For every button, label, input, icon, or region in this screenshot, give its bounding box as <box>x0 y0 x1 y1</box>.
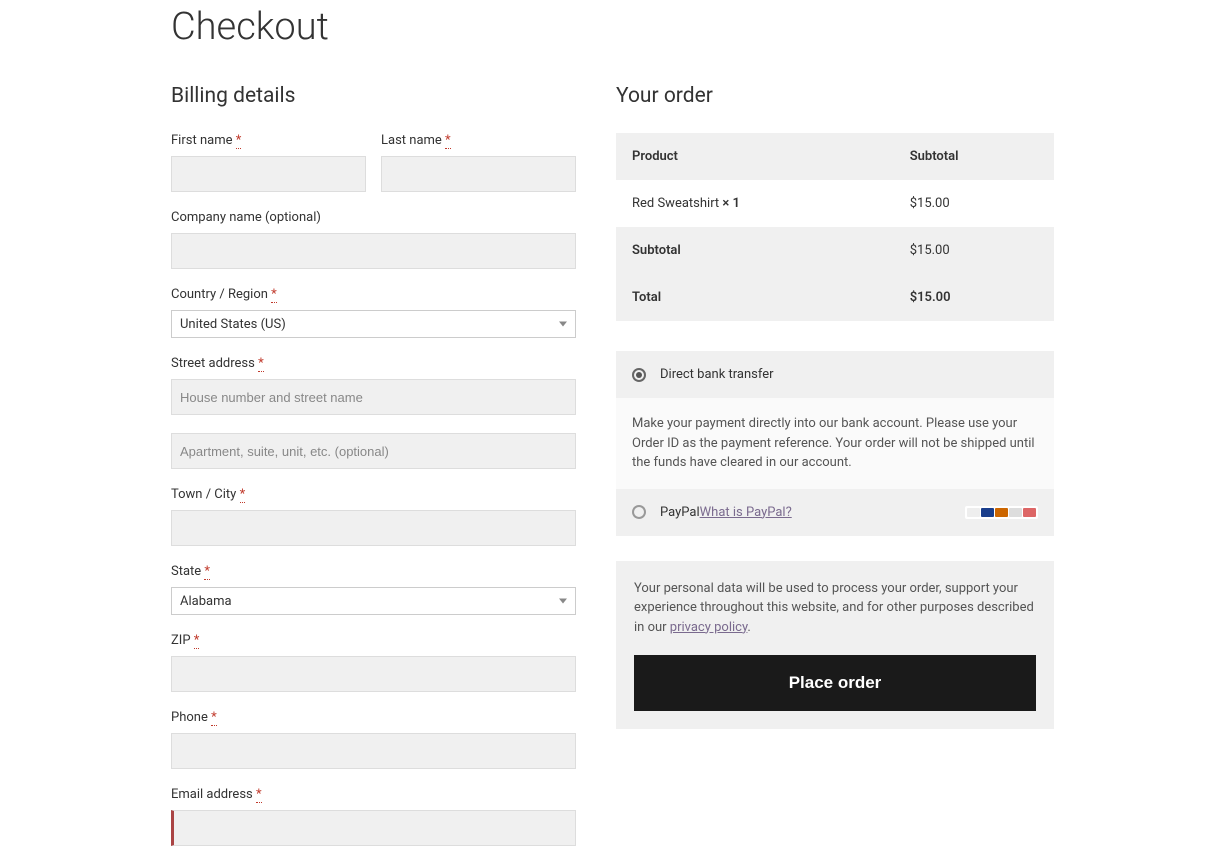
radio-selected-icon <box>632 368 646 382</box>
billing-title: Billing details <box>171 84 576 108</box>
item-name: Red Sweatshirt <box>632 196 722 211</box>
order-item-row: Red Sweatshirt × 1 $15.00 <box>616 180 1054 227</box>
order-table: Product Subtotal Red Sweatshirt × 1 $15.… <box>616 133 1054 321</box>
subtotal-row: Subtotal $15.00 <box>616 227 1054 274</box>
privacy-text-after: . <box>747 620 750 635</box>
required-asterisk: * <box>240 487 246 503</box>
state-select[interactable]: Alabama <box>171 587 576 615</box>
direct-transfer-label: Direct bank transfer <box>660 367 774 382</box>
visa-card-icon <box>981 508 994 517</box>
required-asterisk: * <box>204 564 210 580</box>
required-asterisk: * <box>271 287 277 303</box>
mastercard-card-icon <box>995 508 1008 517</box>
country-select[interactable]: United States (US) <box>171 310 576 338</box>
apartment-input[interactable] <box>171 433 576 469</box>
first-name-input[interactable] <box>171 156 366 192</box>
street-label: Street address * <box>171 356 576 371</box>
street-label-text: Street address <box>171 356 258 371</box>
paypal-card-icon <box>967 508 980 517</box>
place-order-button[interactable]: Place order <box>634 655 1036 711</box>
payment-option-paypal[interactable]: PayPal What is PayPal? <box>616 489 1054 536</box>
subtotal-header: Subtotal <box>894 133 1054 180</box>
state-label-text: State <box>171 564 204 579</box>
country-label-text: Country / Region <box>171 287 271 302</box>
privacy-text: Your personal data will be used to proce… <box>634 579 1036 638</box>
billing-section: Billing details First name * Last name *… <box>171 84 576 864</box>
email-input[interactable] <box>171 810 576 846</box>
company-input[interactable] <box>171 233 576 269</box>
order-section: Your order Product Subtotal Red Sweatshi… <box>616 84 1054 864</box>
required-asterisk: * <box>445 133 451 149</box>
phone-label-text: Phone <box>171 710 211 725</box>
required-asterisk: * <box>258 356 264 372</box>
required-asterisk: * <box>256 787 262 803</box>
company-label: Company name (optional) <box>171 210 576 225</box>
state-value: Alabama <box>180 594 232 609</box>
phone-input[interactable] <box>171 733 576 769</box>
paypal-link[interactable]: What is PayPal? <box>700 505 792 520</box>
last-name-label-text: Last name <box>381 133 445 148</box>
last-name-label: Last name * <box>381 133 576 148</box>
paypal-cards-icon <box>965 506 1038 519</box>
city-label-text: Town / City <box>171 487 240 502</box>
required-asterisk: * <box>194 633 200 649</box>
discover-card-icon <box>1023 508 1036 517</box>
paypal-label: PayPal <box>660 505 700 520</box>
first-name-label: First name * <box>171 133 366 148</box>
payment-box: Direct bank transfer Make your payment d… <box>616 351 1054 536</box>
last-name-input[interactable] <box>381 156 576 192</box>
amex-card-icon <box>1009 508 1022 517</box>
city-input[interactable] <box>171 510 576 546</box>
total-value: $15.00 <box>894 274 1054 321</box>
subtotal-label: Subtotal <box>616 227 894 274</box>
country-value: United States (US) <box>180 317 286 332</box>
privacy-policy-link[interactable]: privacy policy <box>670 620 748 635</box>
direct-transfer-desc: Make your payment directly into our bank… <box>616 398 1054 489</box>
required-asterisk: * <box>236 133 242 149</box>
privacy-box: Your personal data will be used to proce… <box>616 561 1054 730</box>
item-price: $15.00 <box>894 180 1054 227</box>
city-label: Town / City * <box>171 487 576 502</box>
country-label: Country / Region * <box>171 287 576 302</box>
phone-label: Phone * <box>171 710 576 725</box>
zip-input[interactable] <box>171 656 576 692</box>
required-asterisk: * <box>211 710 217 726</box>
radio-icon <box>632 505 646 519</box>
page-title: Checkout <box>171 5 1054 49</box>
payment-option-direct[interactable]: Direct bank transfer <box>616 351 1054 398</box>
total-row: Total $15.00 <box>616 274 1054 321</box>
zip-label: ZIP * <box>171 633 576 648</box>
product-header: Product <box>616 133 894 180</box>
street-input[interactable] <box>171 379 576 415</box>
order-title: Your order <box>616 84 1054 108</box>
zip-label-text: ZIP <box>171 633 194 648</box>
total-label: Total <box>616 274 894 321</box>
first-name-label-text: First name <box>171 133 236 148</box>
item-qty: × 1 <box>722 196 740 211</box>
state-label: State * <box>171 564 576 579</box>
checkout-container: Billing details First name * Last name *… <box>171 84 1054 864</box>
subtotal-value: $15.00 <box>894 227 1054 274</box>
